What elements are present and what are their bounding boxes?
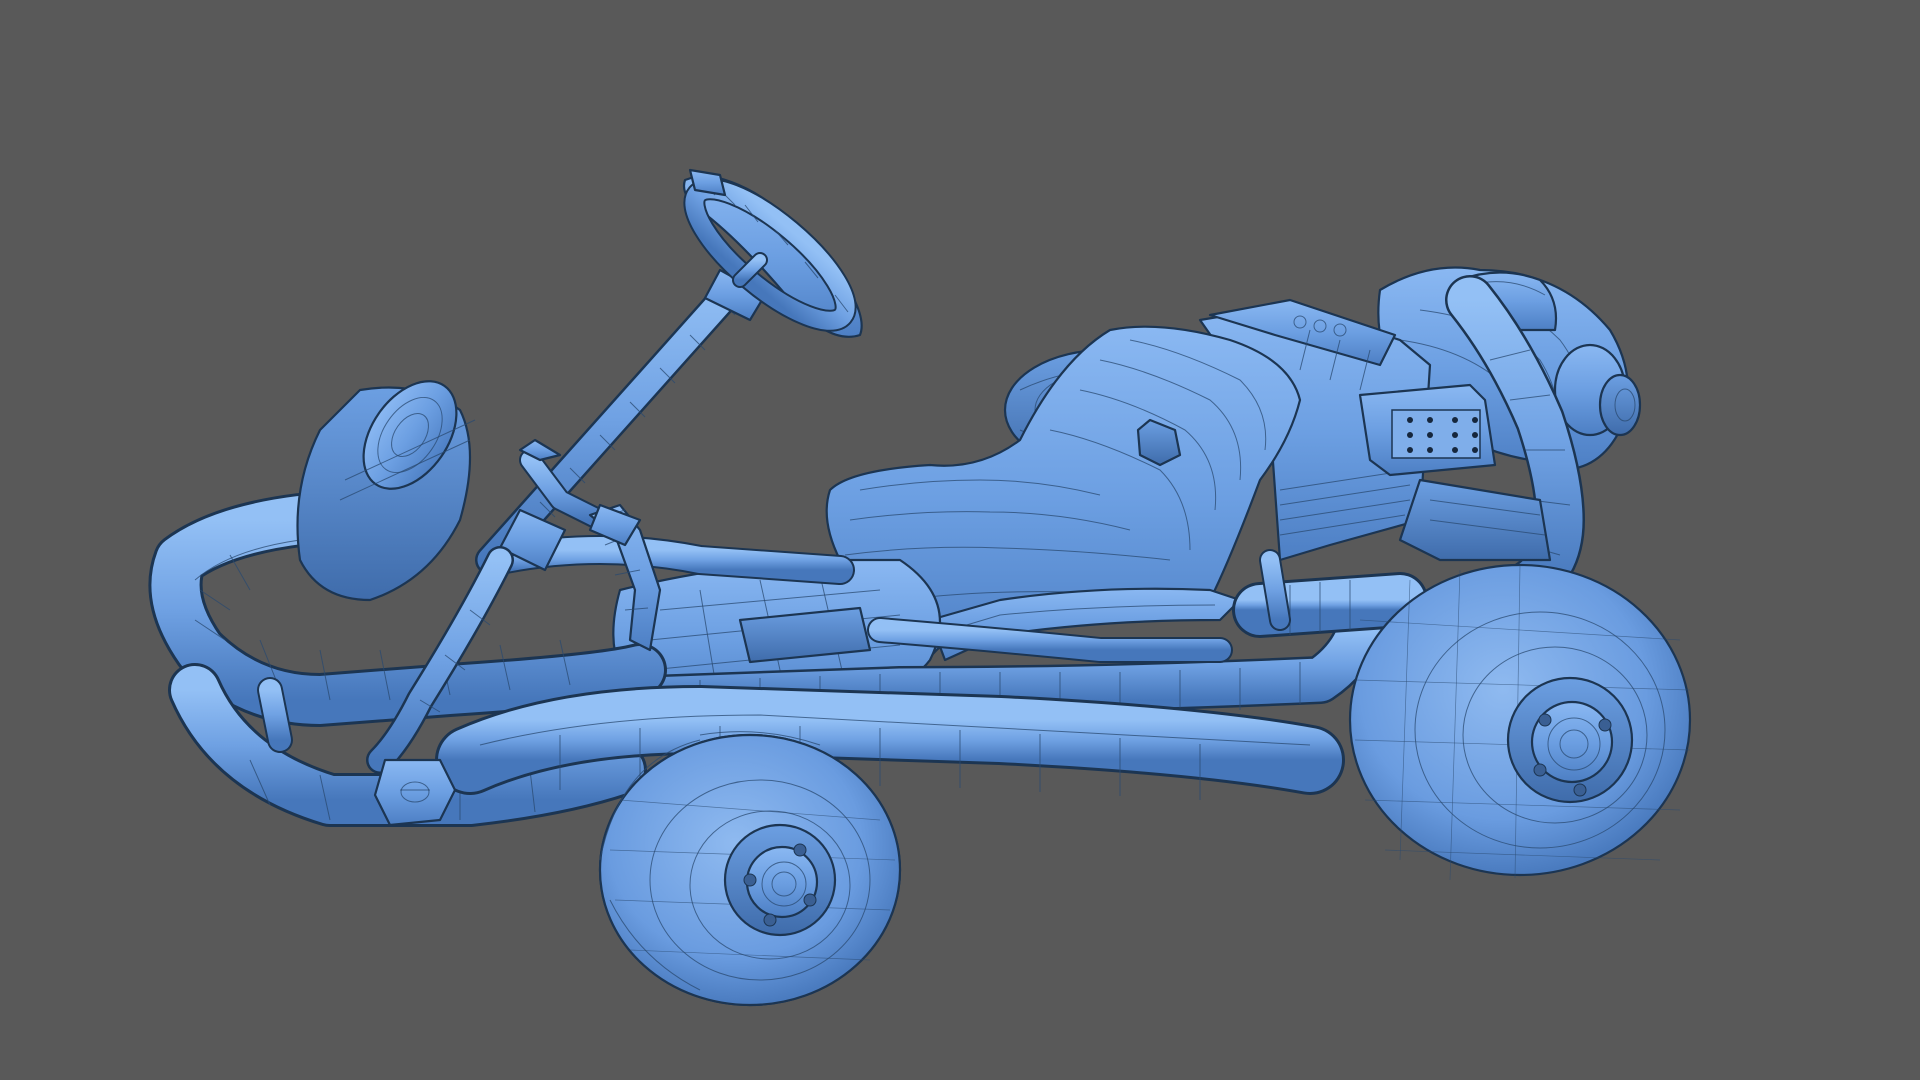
front-left-wheel[interactable] — [598, 731, 902, 1007]
rear-deck[interactable] — [1398, 478, 1552, 562]
3d-viewport[interactable] — [0, 0, 1920, 1080]
rear-left-wheel[interactable] — [1348, 563, 1692, 881]
tie-rod-end[interactable] — [373, 758, 457, 827]
kart-model[interactable] — [0, 0, 1920, 1080]
air-intake[interactable] — [1358, 383, 1497, 477]
